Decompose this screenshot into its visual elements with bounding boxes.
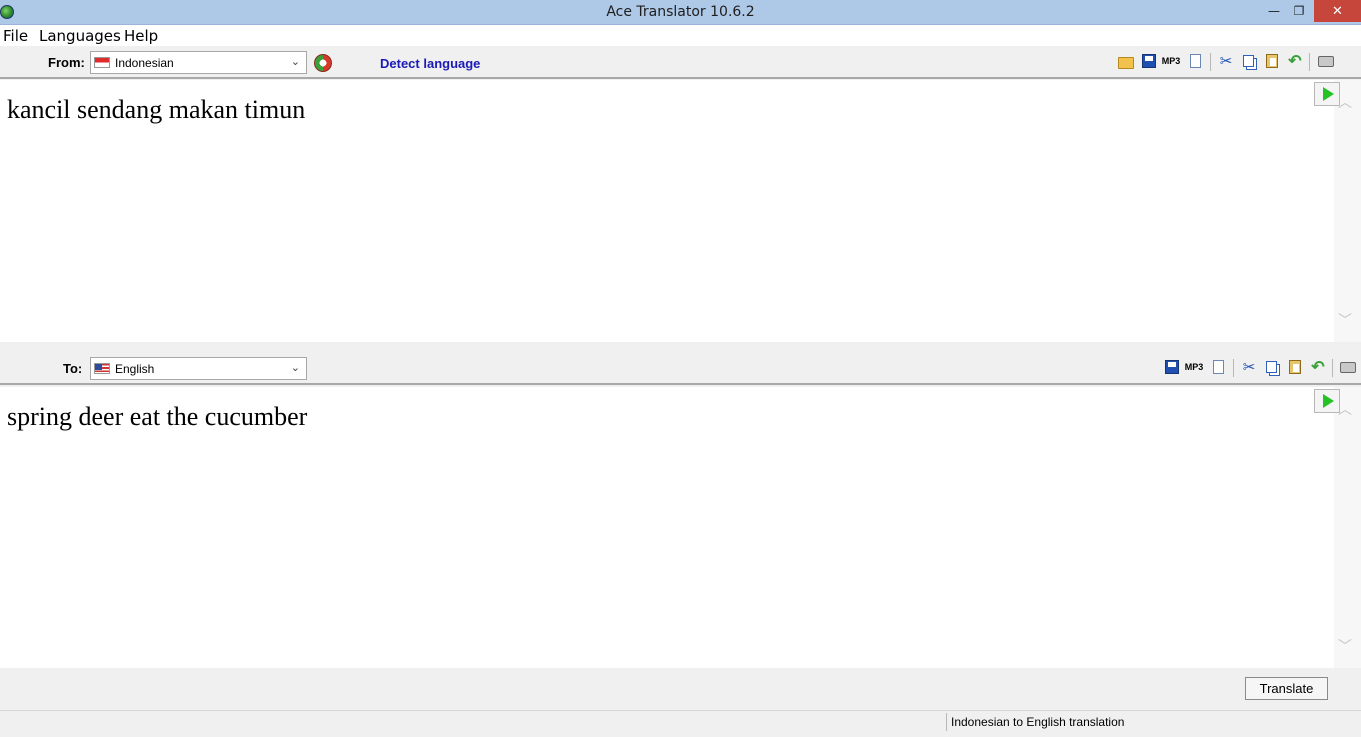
source-text-area[interactable]: kancil sendang makan timun ︿ ﹀: [0, 80, 1361, 342]
blank-page-icon: [1212, 360, 1224, 374]
cut-button[interactable]: ✂: [1217, 52, 1235, 70]
toolbar-separator: [1210, 53, 1211, 71]
scissors-icon: ✂: [1242, 359, 1256, 376]
paste-button[interactable]: [1286, 358, 1304, 376]
floppy-disk-icon: [1142, 54, 1156, 68]
to-label: To:: [63, 361, 83, 376]
restore-button[interactable]: ❐: [1287, 0, 1311, 22]
target-text[interactable]: spring deer eat the cucumber: [7, 402, 307, 432]
status-text: Indonesian to English translation: [951, 715, 1125, 729]
new-document-button[interactable]: [1186, 52, 1204, 70]
folder-open-icon: [1118, 56, 1134, 69]
status-separator: [946, 713, 947, 731]
scroll-up-icon[interactable]: ︿: [1338, 92, 1352, 112]
save-mp3-button[interactable]: MP3: [1184, 358, 1204, 376]
indonesia-flag-icon: [94, 57, 110, 68]
menu-file[interactable]: File: [3, 27, 28, 45]
cut-button[interactable]: ✂: [1240, 358, 1258, 376]
floppy-disk-icon: [1165, 360, 1179, 374]
toolbar-separator: [1332, 359, 1333, 377]
target-scrollbar[interactable]: ︿ ﹀: [1334, 387, 1361, 668]
status-bar: Indonesian to English translation: [0, 710, 1361, 737]
printer-icon: [1318, 55, 1334, 67]
copy-button[interactable]: [1262, 358, 1280, 376]
printer-icon: [1340, 361, 1356, 373]
undo-button[interactable]: ↶: [1309, 358, 1327, 376]
target-language-select[interactable]: English ⌄: [90, 357, 307, 380]
menu-help[interactable]: Help: [124, 27, 158, 45]
source-text[interactable]: kancil sendang makan timun: [7, 95, 305, 125]
copy-icon: [1265, 361, 1277, 373]
target-text-area[interactable]: spring deer eat the cucumber ︿ ﹀: [0, 387, 1361, 668]
source-scrollbar[interactable]: ︿ ﹀: [1334, 80, 1361, 342]
save-button[interactable]: [1163, 358, 1181, 376]
toolbar-separator: [1233, 359, 1234, 377]
print-button[interactable]: [1339, 358, 1357, 376]
close-button[interactable]: ✕: [1314, 0, 1361, 22]
undo-button[interactable]: ↶: [1286, 52, 1304, 70]
detect-language-link[interactable]: Detect language: [380, 56, 480, 71]
source-language-value: Indonesian: [115, 55, 174, 70]
scroll-down-icon[interactable]: ﹀: [1338, 310, 1352, 330]
menu-languages[interactable]: Languages: [39, 27, 121, 45]
play-icon: [1322, 87, 1334, 101]
source-language-select[interactable]: Indonesian ⌄: [90, 51, 307, 74]
undo-arrow-icon: ↶: [1288, 53, 1302, 70]
window-title: Ace Translator 10.6.2: [606, 4, 755, 20]
clipboard-icon: [1266, 54, 1278, 68]
chevron-down-icon: ⌄: [290, 362, 300, 374]
minimize-button[interactable]: —: [1262, 0, 1286, 22]
speak-source-button[interactable]: [1314, 82, 1340, 106]
scroll-up-icon[interactable]: ︿: [1338, 399, 1352, 419]
copy-icon: [1242, 55, 1254, 67]
toolbar-separator: [1309, 53, 1310, 71]
new-document-button[interactable]: [1209, 358, 1227, 376]
print-button[interactable]: [1317, 52, 1335, 70]
paste-button[interactable]: [1263, 52, 1281, 70]
undo-arrow-icon: ↶: [1311, 359, 1325, 376]
target-language-value: English: [115, 361, 155, 376]
speak-target-button[interactable]: [1314, 389, 1340, 413]
source-toolbar: From: Indonesian ⌄ Detect language MP3 ✂…: [0, 46, 1361, 79]
target-toolbar: To: English ⌄ MP3 ✂ ↶: [0, 352, 1361, 385]
chevron-down-icon: ⌄: [290, 56, 300, 68]
copy-button[interactable]: [1239, 52, 1257, 70]
mp3-icon: MP3: [1184, 362, 1204, 372]
from-label: From:: [48, 55, 85, 70]
save-button[interactable]: [1140, 52, 1158, 70]
play-icon: [1322, 394, 1334, 408]
scissors-icon: ✂: [1219, 53, 1233, 70]
save-mp3-button[interactable]: MP3: [1161, 52, 1181, 70]
clipboard-icon: [1289, 360, 1301, 374]
open-file-button[interactable]: [1117, 52, 1135, 70]
translate-button[interactable]: Translate: [1245, 677, 1328, 700]
blank-page-icon: [1189, 54, 1201, 68]
scroll-down-icon[interactable]: ﹀: [1338, 636, 1352, 656]
swap-languages-icon[interactable]: [314, 54, 332, 72]
menu-bar: File Languages Help: [0, 25, 1361, 46]
mp3-icon: MP3: [1161, 56, 1181, 66]
title-bar: Ace Translator 10.6.2 — ❐ ✕: [0, 0, 1361, 25]
usa-flag-icon: [94, 363, 110, 374]
